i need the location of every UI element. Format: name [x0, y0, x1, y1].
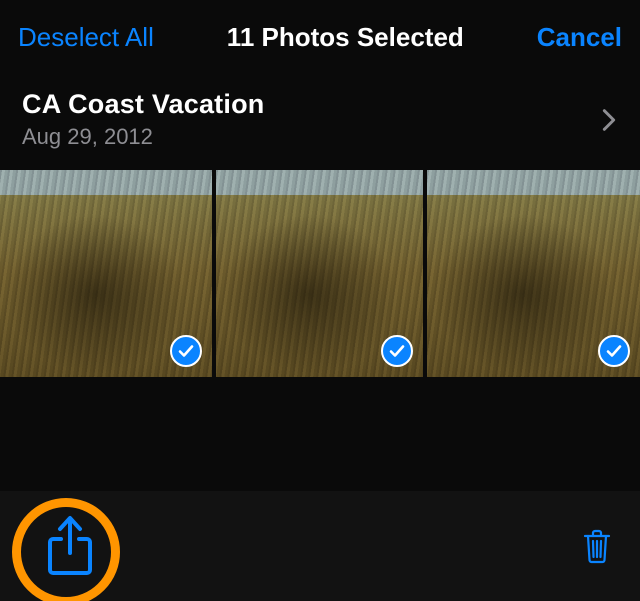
album-header-row[interactable]: CA Coast Vacation Aug 29, 2012	[0, 79, 640, 160]
photo-thumbnail[interactable]	[427, 170, 640, 377]
navigation-bar: Deselect All 11 Photos Selected Cancel	[0, 0, 640, 79]
checkmark-icon	[605, 342, 623, 360]
album-header-text: CA Coast Vacation Aug 29, 2012	[22, 89, 264, 150]
selected-badge	[381, 335, 413, 367]
photo-thumbnail[interactable]	[216, 170, 423, 377]
chevron-right-icon	[602, 108, 616, 132]
cancel-button[interactable]: Cancel	[537, 22, 622, 53]
checkmark-icon	[177, 342, 195, 360]
selected-badge	[170, 335, 202, 367]
checkmark-icon	[388, 342, 406, 360]
deselect-all-button[interactable]: Deselect All	[18, 22, 154, 53]
share-icon[interactable]	[45, 515, 95, 577]
album-title: CA Coast Vacation	[22, 89, 264, 120]
share-button-highlighted	[20, 496, 120, 596]
photo-thumbnail[interactable]	[0, 170, 212, 377]
photo-thumbnail-row	[0, 170, 640, 377]
bottom-toolbar	[0, 491, 640, 601]
trash-icon[interactable]	[582, 528, 612, 564]
selected-badge	[598, 335, 630, 367]
selection-count-title: 11 Photos Selected	[227, 22, 464, 53]
album-date: Aug 29, 2012	[22, 124, 264, 150]
photos-selection-screen: Deselect All 11 Photos Selected Cancel C…	[0, 0, 640, 601]
